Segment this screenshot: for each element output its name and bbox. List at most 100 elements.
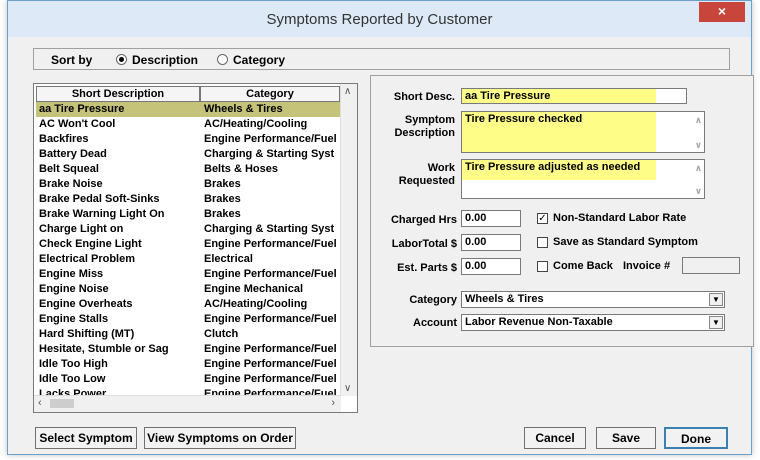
textarea-scroll-up-icon[interactable]: ∧ <box>695 115 702 126</box>
list-item[interactable]: Hard Shifting (MT) Clutch <box>36 327 340 342</box>
short-description-cell: Engine Noise <box>39 283 109 295</box>
category-value: Wheels & Tires <box>465 293 544 305</box>
sort-by-label: Sort by <box>51 53 93 67</box>
save-standard-label[interactable]: Save as Standard Symptom <box>553 236 698 249</box>
category-cell: Brakes <box>204 208 241 220</box>
short-desc-field[interactable]: aa Tire Pressure <box>461 88 687 104</box>
scroll-right-icon[interactable]: › <box>331 397 335 409</box>
vertical-scrollbar[interactable]: ∧ ∨ <box>340 84 357 396</box>
list-item[interactable]: Electrical Problem Electrical <box>36 252 340 267</box>
category-label: Category <box>409 294 457 306</box>
list-item[interactable]: Brake Noise Brakes <box>36 177 340 192</box>
short-description-cell: Brake Noise <box>39 178 103 190</box>
list-item[interactable]: Idle Too Low Engine Performance/Fuel <box>36 372 340 387</box>
labor-total-label: LaborTotal $ <box>391 238 457 250</box>
short-description-cell: Check Engine Light <box>39 238 142 250</box>
category-cell: AC/Heating/Cooling <box>204 118 308 130</box>
category-dropdown[interactable]: Wheels & Tires ▼ <box>461 291 725 308</box>
list-item[interactable]: Brake Warning Light On Brakes <box>36 207 340 222</box>
list-item[interactable]: Backfires Engine Performance/Fuel <box>36 132 340 147</box>
list-item[interactable]: Check Engine Light Engine Performance/Fue… <box>36 237 340 252</box>
category-cell: Clutch <box>204 328 239 340</box>
list-item[interactable]: Engine Overheats AC/Heating/Cooling <box>36 297 340 312</box>
list-item[interactable]: Belt Squeal Belts & Hoses <box>36 162 340 177</box>
list-item[interactable]: Hesitate, Stumble or Sag Engine Performan… <box>36 342 340 357</box>
textarea2-scroll-up-icon[interactable]: ∧ <box>695 163 702 174</box>
category-cell: Brakes <box>204 193 241 205</box>
column-header-category[interactable]: Category <box>200 86 340 102</box>
labor-total-field[interactable]: 0.00 <box>461 234 521 251</box>
short-description-cell: Brake Warning Light On <box>39 208 165 220</box>
short-desc-value: aa Tire Pressure <box>462 89 656 103</box>
charged-hrs-label: Charged Hrs <box>390 214 457 226</box>
list-header: Short Description Category <box>36 86 340 102</box>
scroll-thumb[interactable] <box>50 399 74 408</box>
scroll-up-icon[interactable]: ∧ <box>344 86 351 97</box>
account-value: Labor Revenue Non-Taxable <box>465 316 613 328</box>
title-bar: Symptoms Reported by Customer × <box>8 1 751 37</box>
short-description-cell: Engine Overheats <box>39 298 133 310</box>
column-header-short-description[interactable]: Short Description <box>36 86 200 102</box>
cancel-button[interactable]: Cancel <box>524 427 586 449</box>
category-cell: Engine Performance/Fuel <box>204 268 337 280</box>
category-cell: Engine Mechanical <box>204 283 304 295</box>
charged-hrs-field[interactable]: 0.00 <box>461 210 521 227</box>
scroll-down-icon[interactable]: ∨ <box>344 383 351 394</box>
category-cell: Charging & Starting Syst <box>204 223 335 235</box>
come-back-label[interactable]: Come Back <box>553 260 613 273</box>
view-symptoms-on-order-button[interactable]: View Symptoms on Order <box>144 427 296 449</box>
category-cell: AC/Heating/Cooling <box>204 298 308 310</box>
short-description-cell: Electrical Problem <box>39 253 135 265</box>
category-cell: Electrical <box>204 253 253 265</box>
category-cell: Engine Performance/Fuel <box>204 133 337 145</box>
symptom-detail-panel: Short Desc. aa Tire Pressure Symptom Des… <box>370 75 754 347</box>
list-item[interactable]: Engine Stalls Engine Performance/Fuel <box>36 312 340 327</box>
non-standard-rate-checkbox[interactable]: ✓ <box>537 213 548 224</box>
sort-by-group: Sort by Description Category <box>33 48 730 70</box>
close-button[interactable]: × <box>699 2 745 22</box>
done-button[interactable]: Done <box>664 427 728 449</box>
work-requested-value: Tire Pressure adjusted as needed <box>462 160 656 180</box>
account-dropdown[interactable]: Labor Revenue Non-Taxable ▼ <box>461 314 725 331</box>
est-parts-field[interactable]: 0.00 <box>461 258 521 275</box>
short-description-cell: Engine Miss <box>39 268 104 280</box>
category-cell: Belts & Hoses <box>204 163 278 175</box>
chevron-down-icon[interactable]: ▼ <box>709 293 723 306</box>
save-button[interactable]: Save <box>596 427 656 449</box>
list-item[interactable]: Idle Too High Engine Performance/Fuel <box>36 357 340 372</box>
list-item[interactable]: aa Tire Pressure Wheels & Tires <box>36 102 340 117</box>
work-requested-field[interactable]: Tire Pressure adjusted as needed ∧ ∨ <box>461 159 705 199</box>
sort-description-label[interactable]: Description <box>132 53 198 67</box>
select-symptom-button[interactable]: Select Symptom <box>35 427 137 449</box>
category-cell: Engine Performance/Fuel <box>204 373 337 385</box>
sort-category-radio[interactable] <box>217 54 228 65</box>
textarea2-scroll-down-icon[interactable]: ∨ <box>695 186 702 197</box>
short-desc-label: Short Desc. <box>393 91 455 103</box>
scroll-left-icon[interactable]: ‹ <box>38 397 42 409</box>
sort-category-label[interactable]: Category <box>233 53 285 67</box>
list-item[interactable]: Charge Light on Charging & Starting Syst <box>36 222 340 237</box>
list-item[interactable]: Engine Miss Engine Performance/Fuel <box>36 267 340 282</box>
list-item[interactable]: Engine Noise Engine Mechanical <box>36 282 340 297</box>
come-back-checkbox[interactable] <box>537 261 548 272</box>
category-cell: Engine Performance/Fuel <box>204 358 337 370</box>
list-item[interactable]: Brake Pedal Soft-Sinks Brakes <box>36 192 340 207</box>
non-standard-rate-label[interactable]: Non-Standard Labor Rate <box>553 212 686 225</box>
list-item[interactable]: AC Won't Cool AC/Heating/Cooling <box>36 117 340 132</box>
est-parts-label: Est. Parts $ <box>397 262 457 274</box>
short-description-cell: Hesitate, Stumble or Sag <box>39 343 169 355</box>
textarea-scroll-down-icon[interactable]: ∨ <box>695 140 702 151</box>
symptom-list[interactable]: Short Description Category aa Tire Press… <box>33 83 358 413</box>
save-standard-checkbox[interactable] <box>537 237 548 248</box>
category-cell: Wheels & Tires <box>204 103 283 115</box>
invoice-label: Invoice # <box>623 260 671 272</box>
chevron-down-icon[interactable]: ▼ <box>709 316 723 329</box>
list-item[interactable]: Battery Dead Charging & Starting Syst <box>36 147 340 162</box>
short-description-cell: Hard Shifting (MT) <box>39 328 135 340</box>
sort-description-radio[interactable] <box>116 54 127 65</box>
short-description-cell: Battery Dead <box>39 148 107 160</box>
symptom-description-field[interactable]: Tire Pressure checked ∧ ∨ <box>461 111 705 153</box>
invoice-field[interactable] <box>682 257 740 274</box>
horizontal-scrollbar[interactable]: ‹ › <box>34 395 341 412</box>
short-description-cell: Brake Pedal Soft-Sinks <box>39 193 160 205</box>
